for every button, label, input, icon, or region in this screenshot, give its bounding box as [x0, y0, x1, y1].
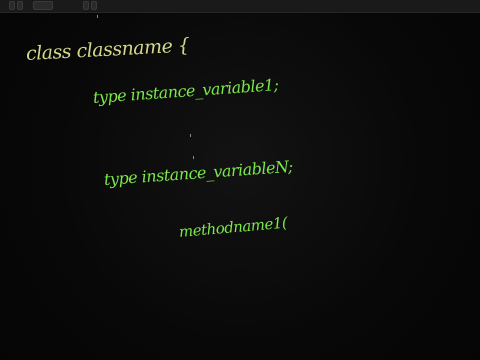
handwritten-class-declaration: class classname { — [25, 34, 190, 65]
chalk-mark — [190, 134, 191, 137]
toolbar-button-3[interactable] — [33, 1, 53, 10]
drawing-toolbar — [0, 0, 480, 13]
chalk-mark — [193, 156, 194, 159]
handwritten-method-name: methodname1( — [178, 213, 288, 241]
handwritten-instance-variable-n: type instance_variableN; — [103, 156, 294, 189]
toolbar-button-2[interactable] — [17, 1, 23, 10]
toolbar-button-5[interactable] — [91, 1, 97, 10]
chalk-mark — [97, 15, 98, 18]
toolbar-button-4[interactable] — [83, 1, 89, 10]
handwritten-instance-variable-1: type instance_variable1; — [92, 75, 280, 107]
toolbar-button-1[interactable] — [9, 1, 15, 10]
blackboard-canvas: class classname { type instance_variable… — [0, 0, 480, 360]
